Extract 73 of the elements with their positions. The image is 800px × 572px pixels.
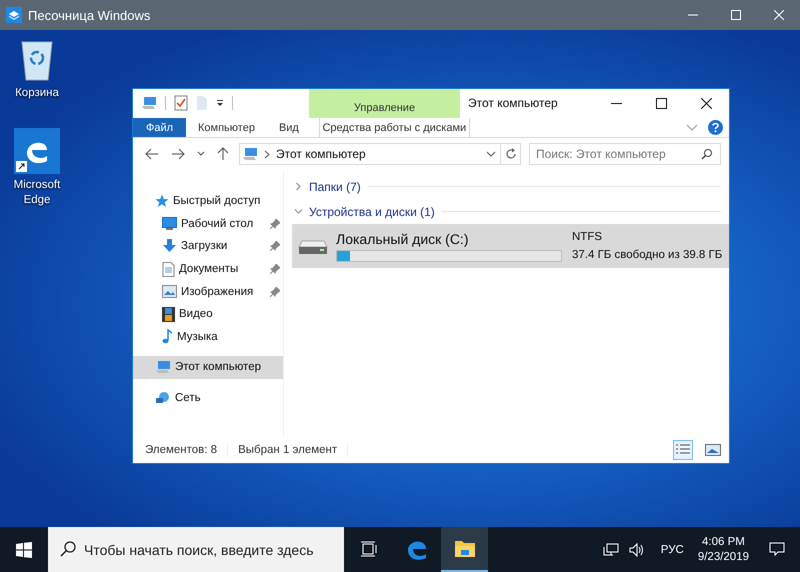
dropdown-icon[interactable] (216, 99, 224, 107)
nav-item[interactable]: Быстрый доступ (133, 190, 283, 213)
sandbox-icon (6, 7, 22, 23)
history-dropdown-icon[interactable] (197, 151, 205, 157)
nav-item[interactable]: Видео (133, 302, 283, 326)
address-dropdown-icon[interactable] (486, 151, 496, 157)
up-icon[interactable] (217, 147, 229, 161)
drive-name: Локальный диск (C:) (336, 230, 470, 246)
windows-logo-icon (16, 542, 32, 558)
back-icon[interactable] (145, 148, 159, 160)
properties-icon[interactable] (174, 95, 188, 111)
contextual-tab-header: Управление (309, 89, 460, 118)
edge-shortcut-icon[interactable] (14, 128, 60, 174)
address-bar[interactable]: Этот компьютер (239, 143, 501, 165)
selection-count: Выбран 1 элемент (238, 444, 338, 456)
nav-item[interactable]: Сеть (133, 386, 283, 410)
window-title: Песочница Windows (28, 8, 150, 22)
maximize-icon (730, 10, 740, 20)
forward-icon[interactable] (171, 148, 185, 160)
taskbar-search-field[interactable]: Чтобы начать поиск, введите здесь (48, 527, 344, 572)
collapse-chevron-icon[interactable] (294, 207, 303, 216)
refresh-button[interactable] (501, 143, 521, 165)
help-icon[interactable] (708, 120, 723, 135)
music-note-icon (162, 329, 173, 344)
breadcrumb-chevron-icon[interactable] (264, 150, 270, 158)
picture-thumbnail-icon (705, 444, 721, 456)
refresh-icon (504, 148, 516, 160)
ribbon-tab[interactable]: Компьютер (186, 118, 267, 137)
group-header[interactable]: Устройства и диски (1) (309, 204, 435, 218)
nav-item[interactable]: Загрузки (133, 235, 283, 258)
expand-chevron-icon[interactable] (294, 182, 303, 191)
computer-icon (155, 360, 171, 374)
drive-tile[interactable]: Локальный диск (C:) NTFS 37.4 ГБ свободно из 39.8 ГБ (292, 224, 729, 268)
nav-item[interactable]: Этот компьютер (133, 356, 283, 379)
picture-icon (162, 285, 177, 298)
clock-date[interactable]: 9/23/2019 (698, 551, 749, 563)
close-icon (701, 98, 712, 109)
search-field[interactable]: Поиск: Этот компьютер (529, 143, 721, 165)
star-icon (155, 194, 169, 208)
computer-icon[interactable] (141, 96, 157, 110)
item-count: Элементов: 8 (145, 444, 218, 456)
desktop-icon (162, 217, 177, 230)
ribbon-tab[interactable]: Вид (266, 118, 311, 137)
nav-item[interactable]: Изображения (133, 280, 283, 303)
network-icon (155, 391, 171, 406)
nav-item[interactable]: Рабочий стол (133, 212, 283, 236)
details-view-button[interactable] (673, 440, 693, 460)
document-icon (162, 262, 175, 277)
desktop-icon-label[interactable]: Корзина (6, 86, 68, 101)
nav-item[interactable]: Музыка (133, 326, 283, 348)
free-space-label: 37.4 ГБ свободно из 39.8 ГБ (572, 249, 722, 261)
search-icon[interactable] (701, 148, 713, 160)
close-icon (774, 10, 784, 20)
network-icon[interactable] (602, 542, 619, 556)
clock-time[interactable]: 4:06 PM (702, 536, 745, 548)
desktop-icon-label[interactable]: Microsoft Edge (6, 178, 68, 208)
file-explorer-taskbar-button[interactable] (441, 527, 488, 572)
film-icon (162, 306, 175, 322)
group-header[interactable]: Папки (7) (309, 180, 361, 194)
maximize-icon (656, 98, 667, 109)
task-view-icon (360, 540, 378, 556)
notifications-icon[interactable] (769, 542, 785, 557)
computer-icon (242, 147, 258, 161)
input-language-indicator[interactable]: РУС (660, 544, 684, 556)
breadcrumb[interactable]: Этот компьютер (276, 147, 366, 161)
window-title: Этот компьютер (467, 95, 558, 110)
expand-ribbon-icon[interactable] (686, 124, 698, 132)
ribbon-tab[interactable]: Средства работы с дисками (318, 118, 470, 137)
volume-icon[interactable] (628, 542, 645, 556)
filesystem-label: NTFS (572, 231, 604, 243)
nav-item[interactable]: Документы (133, 258, 283, 280)
download-arrow-icon (162, 239, 177, 254)
ribbon-tab[interactable]: Файл (133, 118, 186, 137)
